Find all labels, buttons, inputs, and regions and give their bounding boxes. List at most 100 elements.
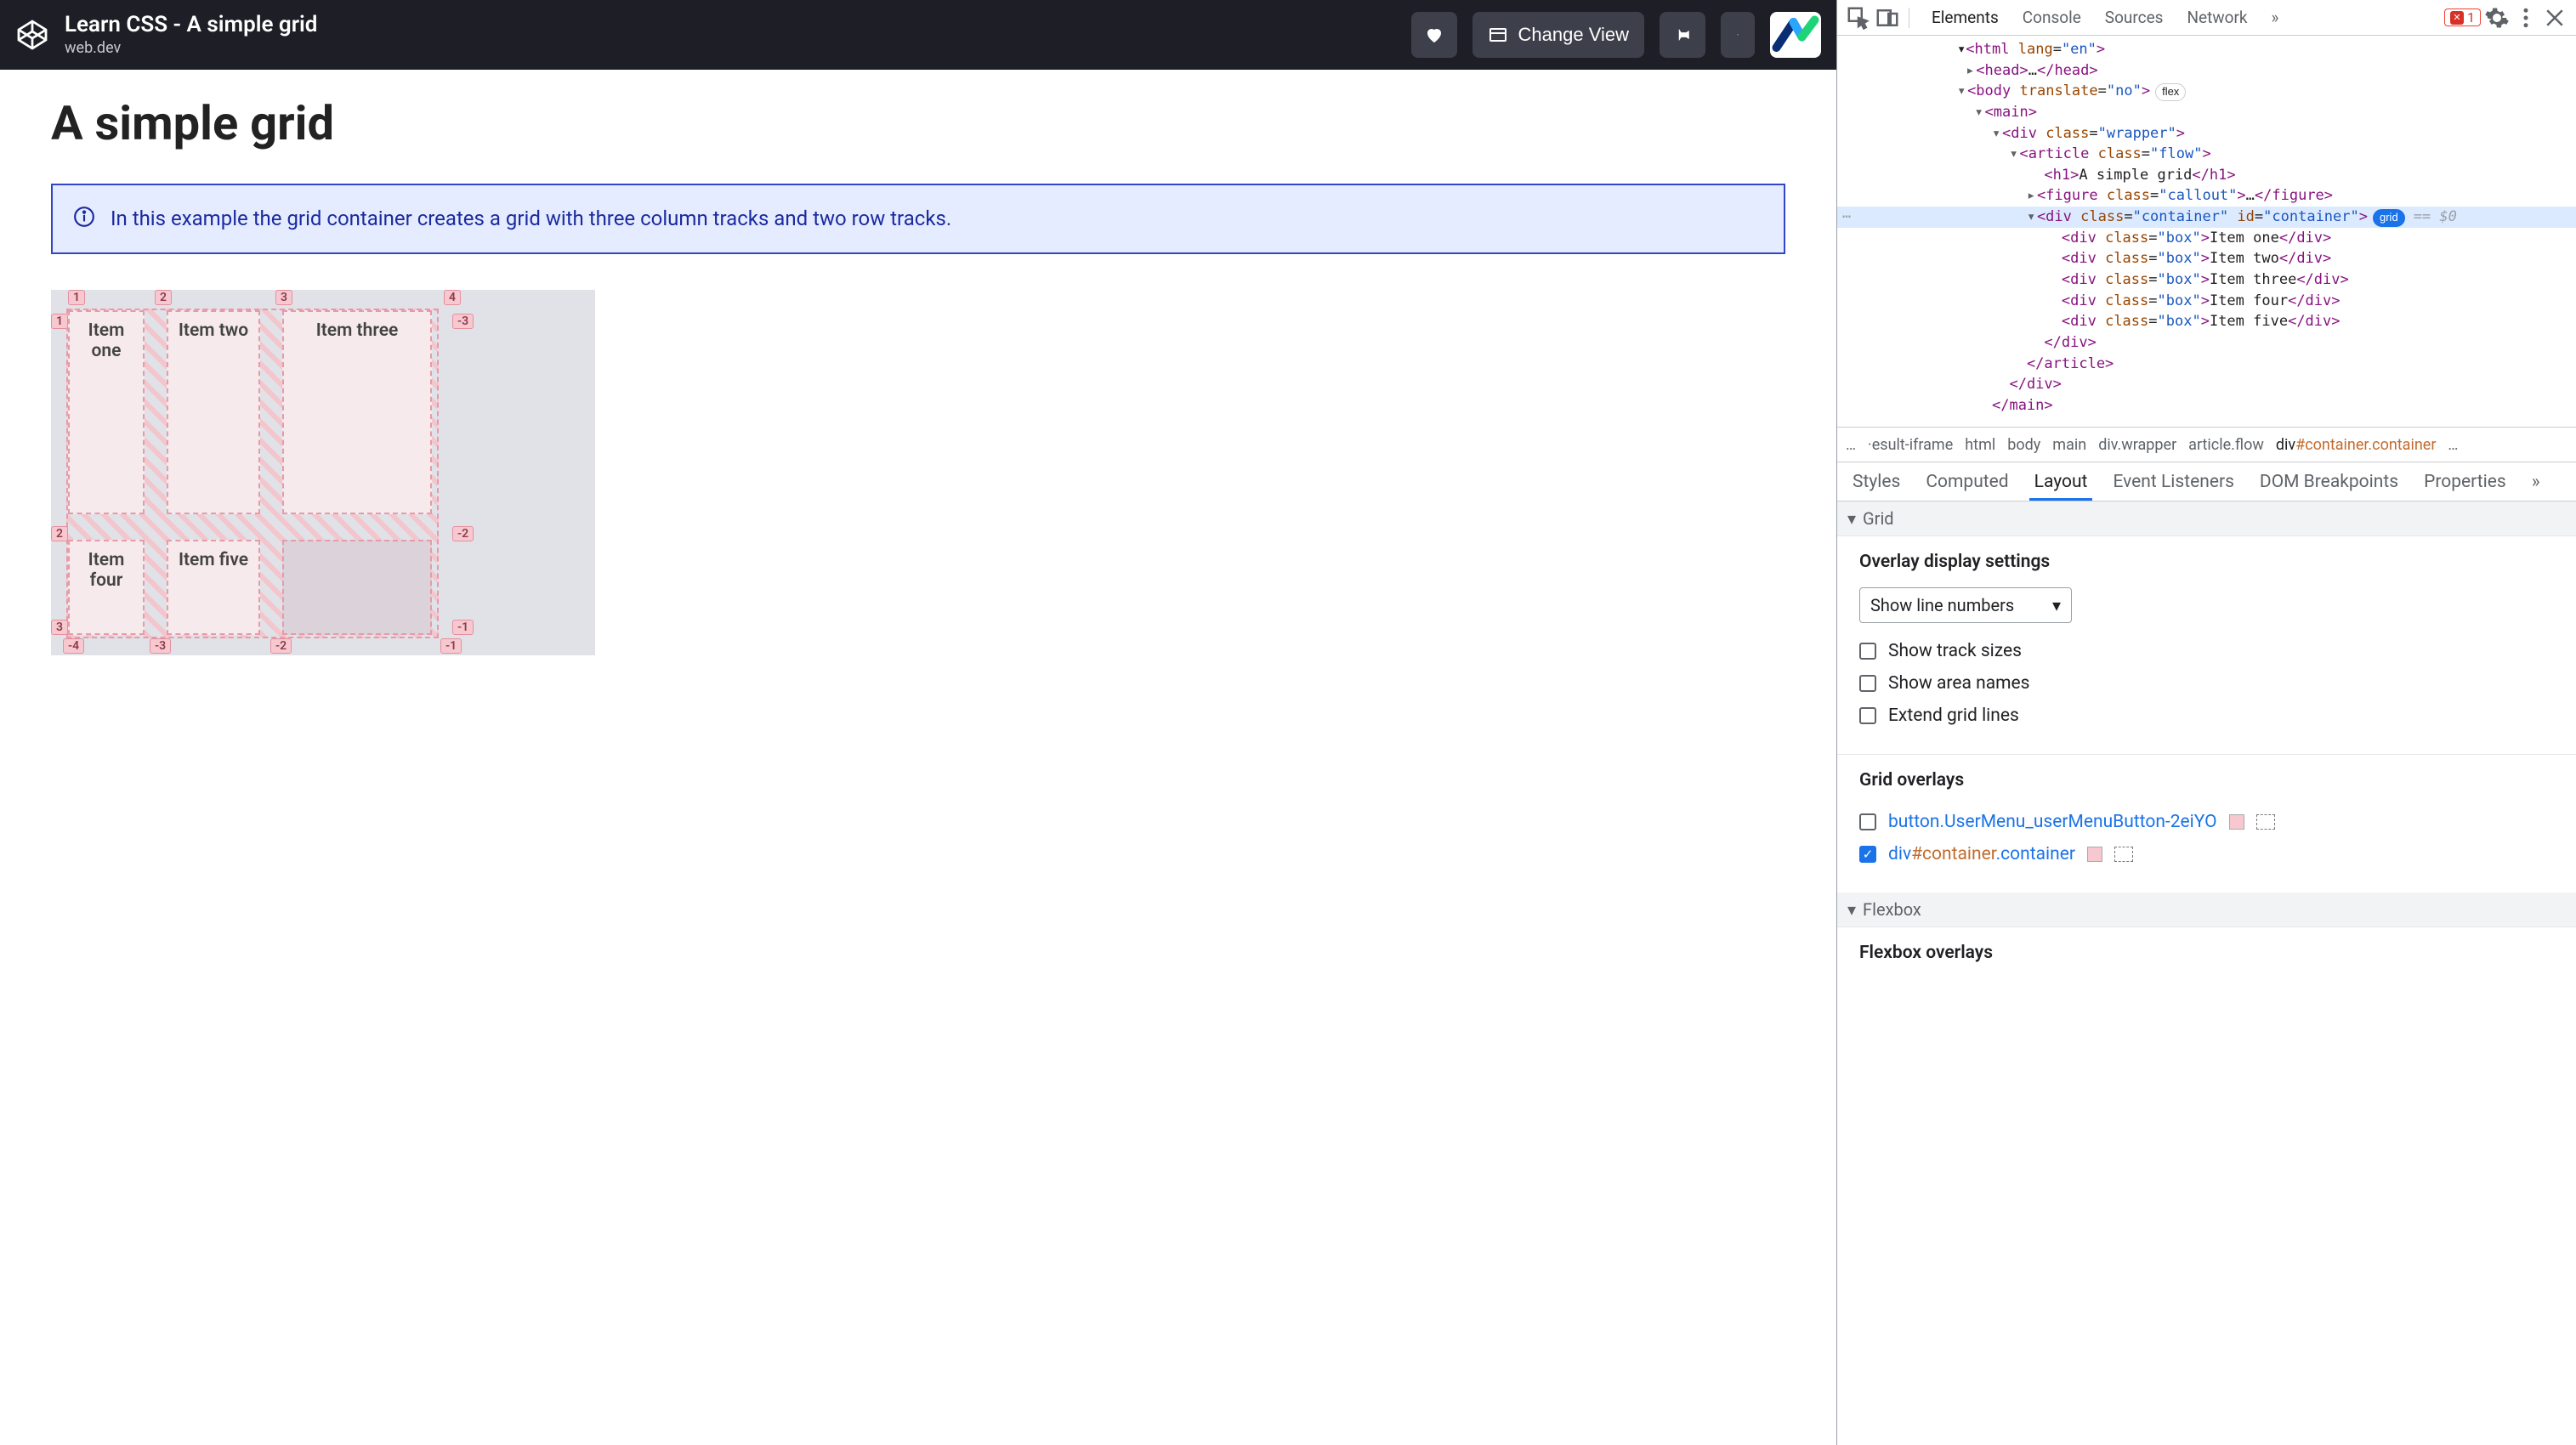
check-track-sizes[interactable]: Show track sizes xyxy=(1859,635,2554,667)
subtab-properties[interactable]: Properties xyxy=(2424,472,2506,492)
subtab-layout[interactable]: Layout xyxy=(2034,472,2088,492)
grid-line-label: -1 xyxy=(452,620,474,635)
more-button[interactable] xyxy=(2513,5,2539,31)
overlay-item[interactable]: div#container.container xyxy=(1859,838,2554,870)
partner-logo-button[interactable] xyxy=(1770,12,1821,58)
breadcrumb-overflow-left[interactable]: … xyxy=(1846,436,1856,454)
breadcrumb-overflow-right[interactable]: … xyxy=(2448,436,2458,454)
devtools-tabs: Elements Console Sources Network » xyxy=(1932,8,2278,27)
grid-line-label: -2 xyxy=(270,638,292,654)
subtabs-overflow[interactable]: » xyxy=(2532,472,2540,492)
close-icon xyxy=(2542,5,2567,31)
grid-line-label: 1 xyxy=(51,314,68,329)
dom-breadcrumb[interactable]: … ·esult-iframe html body main div.wrapp… xyxy=(1837,427,2576,462)
breadcrumb-item-active[interactable]: div#container.container xyxy=(2276,436,2437,454)
layout-panel: ▾Grid Overlay display settings Show line… xyxy=(1837,502,2576,1445)
checkbox[interactable] xyxy=(1859,707,1876,724)
pin-button[interactable] xyxy=(1660,12,1705,58)
tab-sources[interactable]: Sources xyxy=(2105,8,2164,27)
breadcrumb-item[interactable]: body xyxy=(2007,436,2040,454)
grid-section-header[interactable]: ▾Grid xyxy=(1837,502,2576,536)
subtab-dom-breakpoints[interactable]: DOM Breakpoints xyxy=(2260,472,2398,492)
color-swatch[interactable] xyxy=(2229,814,2244,830)
highlight-toggle-icon[interactable] xyxy=(2114,847,2133,862)
chevron-down-icon xyxy=(1736,25,1739,45)
breadcrumb-item[interactable]: div.wrapper xyxy=(2098,436,2176,454)
checkbox[interactable] xyxy=(1859,846,1876,863)
flexbox-section-header[interactable]: ▾Flexbox xyxy=(1837,892,2576,927)
overlay-item[interactable]: button.UserMenu_userMenuButton-2eiYO xyxy=(1859,806,2554,838)
devtools-toolbar: Elements Console Sources Network » ✕1 xyxy=(1837,0,2576,36)
inspect-element-button[interactable] xyxy=(1846,5,1871,31)
info-icon xyxy=(73,206,95,228)
checkbox[interactable] xyxy=(1859,643,1876,660)
breadcrumb-item[interactable]: main xyxy=(2052,436,2086,454)
subtab-computed[interactable]: Computed xyxy=(1926,472,2008,492)
device-icon xyxy=(1875,5,1900,31)
tab-network[interactable]: Network xyxy=(2187,8,2247,27)
codepen-panel: Learn CSS - A simple grid web.dev Change… xyxy=(0,0,1836,1445)
settings-button[interactable] xyxy=(2484,5,2510,31)
more-vert-icon xyxy=(2513,5,2539,31)
topbar: Learn CSS - A simple grid web.dev Change… xyxy=(0,0,1836,70)
codepen-logo-icon xyxy=(15,18,49,52)
overlay-selector[interactable]: div#container.container xyxy=(1888,844,2075,864)
grid-container: Item one Item two Item three Item four I… xyxy=(66,309,439,638)
inspect-icon xyxy=(1846,5,1871,31)
error-x-icon: ✕ xyxy=(2450,11,2464,25)
pin-dropdown-button[interactable] xyxy=(1721,12,1755,58)
subtab-event-listeners[interactable]: Event Listeners xyxy=(2113,472,2233,492)
grid-cell: Item three xyxy=(282,310,432,514)
close-devtools-button[interactable] xyxy=(2542,5,2567,31)
styles-subtabs: Styles Computed Layout Event Listeners D… xyxy=(1837,462,2576,502)
grid-cell-empty xyxy=(282,540,432,635)
page-heading: A simple grid xyxy=(51,95,1785,151)
grid-overlays-title: Grid overlays xyxy=(1859,770,2554,790)
heart-button[interactable] xyxy=(1411,12,1457,58)
heart-icon xyxy=(1424,25,1444,45)
breadcrumb-item[interactable]: ·esult-iframe xyxy=(1868,436,1953,454)
overlay-selector[interactable]: button.UserMenu_userMenuButton-2eiYO xyxy=(1888,812,2217,832)
change-view-button[interactable]: Change View xyxy=(1472,12,1644,58)
check-extend-lines[interactable]: Extend grid lines xyxy=(1859,700,2554,732)
flex-badge[interactable]: flex xyxy=(2155,83,2186,101)
line-numbers-select[interactable]: Show line numbers ▾ xyxy=(1859,587,2072,623)
grid-line-label: -4 xyxy=(63,638,84,654)
error-count: 1 xyxy=(2467,9,2475,26)
grid-line-label: -2 xyxy=(452,526,474,541)
grid-line-label: -3 xyxy=(452,314,474,329)
pen-title: Learn CSS - A simple grid xyxy=(65,13,317,37)
breadcrumb-item[interactable]: article.flow xyxy=(2188,436,2264,454)
grid-demo-area: Item one Item two Item three Item four I… xyxy=(51,290,595,655)
breadcrumb-item[interactable]: html xyxy=(1965,436,1995,454)
pin-icon xyxy=(1672,25,1693,45)
error-count-badge[interactable]: ✕1 xyxy=(2444,8,2481,26)
callout-box: In this example the grid container creat… xyxy=(51,184,1785,254)
checkbox[interactable] xyxy=(1859,675,1876,692)
color-swatch[interactable] xyxy=(2087,847,2102,862)
tab-elements[interactable]: Elements xyxy=(1932,8,1999,27)
callout-text: In this example the grid container creat… xyxy=(111,204,951,234)
highlight-toggle-icon[interactable] xyxy=(2256,814,2275,830)
grid-badge[interactable]: grid xyxy=(2373,209,2405,227)
grid-line-label: 3 xyxy=(275,290,292,305)
grid-line-label: 4 xyxy=(444,290,461,305)
change-view-label: Change View xyxy=(1518,24,1629,46)
grid-line-label: -1 xyxy=(440,638,462,654)
dom-tree[interactable]: ▾<html lang="en"> ▸<head>…</head> ▾<body… xyxy=(1837,36,2576,427)
overlay-settings-group: Overlay display settings Show line numbe… xyxy=(1837,536,2576,754)
flexbox-overlays-title: Flexbox overlays xyxy=(1859,943,2554,963)
tabs-overflow[interactable]: » xyxy=(2272,8,2279,27)
layout-icon xyxy=(1488,25,1508,45)
grid-cell: Item two xyxy=(167,310,260,514)
device-toggle-button[interactable] xyxy=(1875,5,1900,31)
subtab-styles[interactable]: Styles xyxy=(1853,472,1900,492)
checkbox[interactable] xyxy=(1859,813,1876,830)
triangle-down-icon: ▾ xyxy=(1847,508,1856,529)
pen-author[interactable]: web.dev xyxy=(65,39,317,57)
grid-line-label: 1 xyxy=(68,290,85,305)
tab-console[interactable]: Console xyxy=(2023,8,2081,27)
flexbox-overlays-group: Flexbox overlays xyxy=(1837,927,2576,1000)
check-area-names[interactable]: Show area names xyxy=(1859,667,2554,700)
selected-dom-node[interactable]: ⋯ ▾<div class="container" id="container"… xyxy=(1837,207,2576,228)
